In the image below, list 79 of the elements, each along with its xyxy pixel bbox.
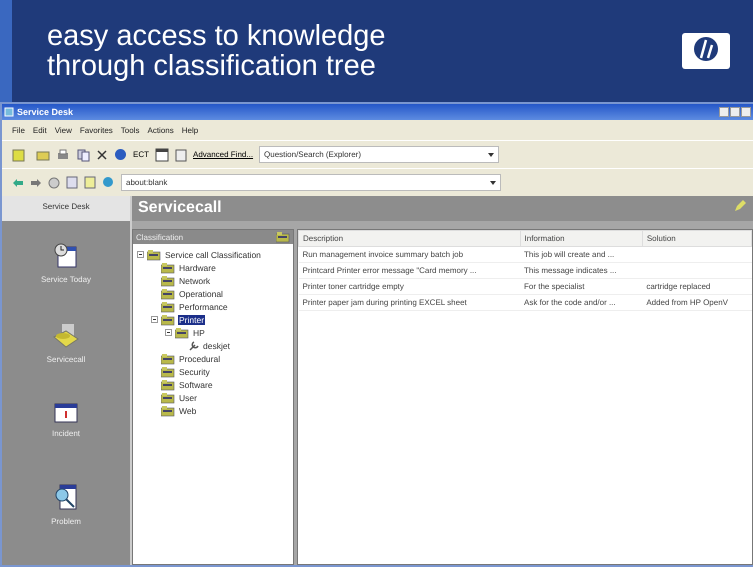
folder-icon (161, 288, 175, 300)
advanced-find-button[interactable]: Advanced Find... (193, 150, 254, 159)
tree-item[interactable]: Operational (178, 288, 224, 298)
nav-title: Service Desk (2, 196, 130, 221)
panel-title: Classification (136, 232, 184, 242)
menu-item[interactable]: Edit (32, 126, 47, 134)
folder-icon (161, 392, 175, 404)
tree-item[interactable]: Hardware (178, 262, 217, 272)
table-cell: Ask for the code and/or ... (524, 298, 616, 307)
tree-item[interactable]: Procedural (178, 354, 222, 364)
folder-icon (161, 314, 175, 326)
clipboard-icon[interactable] (175, 148, 187, 162)
document-icon[interactable] (66, 176, 78, 189)
minimize-button[interactable] (719, 107, 729, 117)
folder-icon (161, 378, 175, 390)
tree-item[interactable]: Service call Classification (164, 250, 262, 260)
table-cell: For the specialist (524, 282, 584, 291)
section-title: Servicecall (138, 199, 222, 218)
folder-icon (175, 326, 189, 338)
window-alert-icon (54, 403, 78, 423)
tree-item[interactable]: Printer (178, 314, 206, 324)
delete-icon[interactable] (96, 148, 108, 160)
tree-item[interactable]: HP (192, 328, 206, 338)
column-header[interactable]: Description (298, 230, 520, 246)
dropdown-arrow-icon[interactable] (488, 152, 494, 156)
tree-item[interactable]: Security (178, 366, 211, 376)
table-cell: Printer toner cartridge empty (302, 282, 404, 291)
folder-icon (161, 274, 175, 286)
table-cell: cartridge replaced (646, 282, 710, 291)
maximize-button[interactable] (730, 107, 740, 117)
folder-icon (161, 262, 175, 274)
table-cell: Printer paper jam during printing EXCEL sheet (302, 298, 467, 307)
menu-item[interactable]: Favorites (80, 126, 113, 134)
menu-item[interactable]: Tools (120, 126, 140, 134)
wrench-icon (189, 340, 199, 350)
tree-item[interactable]: deskjet (202, 340, 231, 350)
magnifier-document-icon (54, 483, 78, 511)
ect-label[interactable]: ECT (133, 150, 149, 159)
back-arrow-icon[interactable] (12, 178, 24, 188)
table-cell: Run management invoice summary batch job (302, 250, 464, 259)
table-cell: Printcard Printer error message "Card memory ... (302, 266, 476, 275)
folder-icon (147, 248, 161, 260)
table-cell: This job will create and ... (524, 250, 614, 259)
column-header[interactable]: Solution (642, 230, 752, 246)
menu-item[interactable]: Help (182, 126, 198, 134)
logo-icon (681, 32, 731, 70)
folder-icon (161, 366, 175, 378)
tree-item[interactable]: Network (178, 276, 212, 286)
tree-item[interactable]: Software (178, 380, 214, 390)
print-icon[interactable] (56, 148, 70, 162)
close-button[interactable] (741, 107, 751, 117)
banner-title: through classification tree (47, 51, 376, 81)
calendar-clock-icon (54, 243, 78, 269)
forward-arrow-icon[interactable] (30, 178, 42, 188)
copy-icon[interactable] (76, 148, 90, 162)
folder-icon (161, 352, 175, 364)
app-icon (4, 107, 14, 117)
window-title: Service Desk (17, 107, 74, 117)
minus-icon[interactable] (151, 316, 158, 323)
stop-icon[interactable] (48, 176, 60, 188)
minus-icon[interactable] (137, 251, 144, 258)
tree-item[interactable]: Performance (178, 302, 229, 312)
column-header[interactable]: Information (520, 230, 642, 246)
dropdown-arrow-icon[interactable] (490, 180, 496, 184)
folder-icon (161, 300, 175, 312)
menu-item[interactable]: View (54, 126, 72, 134)
menu-item[interactable]: File (12, 126, 25, 134)
banner-title: easy access to knowledge (47, 21, 386, 51)
folder-icon (276, 231, 290, 243)
find-combo[interactable]: Question/Search (Explorer) (259, 146, 500, 163)
window-icon[interactable] (155, 148, 169, 162)
menu-item[interactable]: Actions (147, 126, 174, 134)
table-cell: Added from HP OpenV (646, 298, 728, 307)
folder-icon (161, 404, 175, 416)
minus-icon[interactable] (165, 329, 172, 336)
tree-item[interactable]: Web (178, 406, 198, 416)
tree-item[interactable]: User (178, 392, 198, 402)
address-combo[interactable]: about:blank (121, 174, 501, 191)
table-cell: This message indicates ... (524, 266, 616, 275)
